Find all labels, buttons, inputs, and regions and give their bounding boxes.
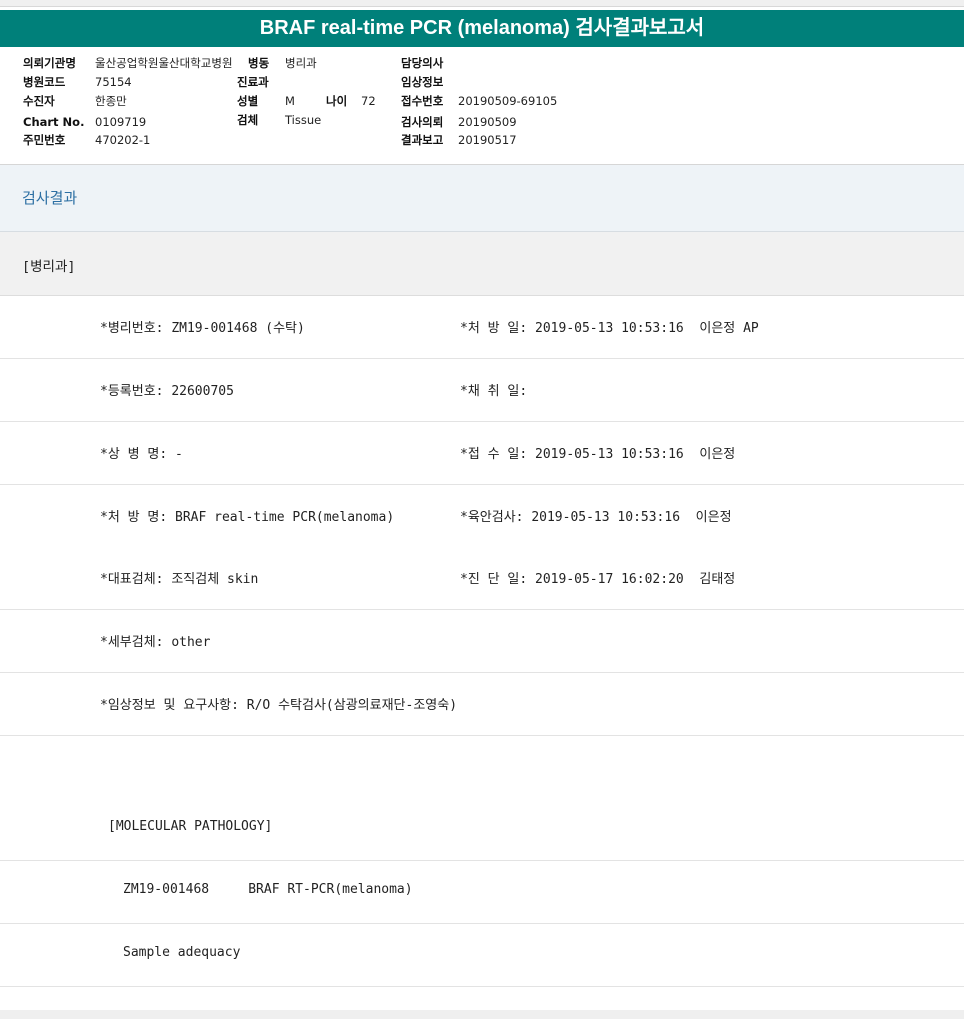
chart-no-label: Chart No.	[23, 115, 85, 129]
doctor-label: 담당의사	[401, 56, 444, 70]
patient-value: 한종만	[95, 94, 127, 108]
clinical-request: *임상정보 및 요구사항: R/O 수탁검사(삼광의료재단-조영숙)	[100, 698, 458, 713]
registration-number: *등록번호: 22600705	[100, 384, 234, 399]
bottom-strip	[0, 1010, 964, 1019]
result-row: *등록번호: 22600705 *채 취 일:	[0, 359, 964, 422]
result-row: *세부검체: other	[0, 610, 964, 673]
empty-row	[0, 736, 964, 799]
case-line: ZM19-001468 BRAF RT-PCR(melanoma)	[123, 882, 413, 897]
report-title: BRAF real-time PCR (melanoma) 검사결과보고서	[0, 10, 964, 47]
id-value: 470202-1	[95, 133, 151, 147]
sex-value: M	[285, 94, 295, 108]
institution-label: 의뢰기관명	[23, 56, 76, 70]
gross-exam: *육안검사: 2019-05-13 10:53:16 이은정	[460, 510, 732, 525]
sex-label: 성별	[237, 94, 259, 108]
institution-value: 울산공업학원울산대학교병원	[95, 56, 233, 70]
pathology-number: *병리번호: ZM19-001468 (수탁)	[100, 321, 305, 336]
diagnosis-date: *진 단 일: 2019-05-17 16:02:20 김태정	[460, 572, 736, 587]
patient-info-header: 의뢰기관명 울산공업학원울산대학교병원 병동 병리과 담당의사 병원코드 751…	[0, 53, 964, 163]
result-section-title: 검사결과	[22, 189, 78, 207]
hospital-code-label: 병원코드	[23, 75, 66, 89]
request-label: 검사의뢰	[401, 115, 444, 129]
collection-date: *채 취 일:	[460, 384, 528, 399]
department-label: 진료과	[237, 75, 269, 89]
hospital-code-value: 75154	[95, 75, 132, 89]
result-row: *상 병 명: - *접 수 일: 2019-05-13 10:53:16 이은…	[0, 422, 964, 485]
result-report-value: 20190517	[458, 133, 517, 147]
age-label: 나이	[326, 94, 348, 108]
id-label: 주민번호	[23, 133, 66, 147]
result-row: *처 방 명: BRAF real-time PCR(melanoma) *육안…	[0, 485, 964, 548]
ward-label: 병동	[248, 56, 270, 70]
department-name: [병리과]	[22, 259, 76, 275]
receipt-no-value: 20190509-69105	[458, 94, 558, 108]
prescription-name: *처 방 명: BRAF real-time PCR(melanoma)	[100, 510, 395, 525]
disease-name: *상 병 명: -	[100, 447, 183, 462]
result-report-label: 결과보고	[401, 133, 444, 147]
result-row: [MOLECULAR PATHOLOGY]	[0, 798, 964, 861]
result-row: *대표검체: 조직검체 skin *진 단 일: 2019-05-17 16:0…	[0, 547, 964, 610]
age-value: 72	[361, 94, 376, 108]
ward-value: 병리과	[285, 56, 317, 70]
result-row: ZM19-001468 BRAF RT-PCR(melanoma)	[0, 861, 964, 924]
result-section-header: 검사결과	[0, 165, 964, 232]
result-row: *병리번호: ZM19-001468 (수탁) *처 방 일: 2019-05-…	[0, 296, 964, 359]
specimen-value: Tissue	[285, 113, 322, 127]
result-row: *임상정보 및 요구사항: R/O 수탁검사(삼광의료재단-조영숙)	[0, 673, 964, 736]
request-value: 20190509	[458, 115, 517, 129]
clinical-info-label: 임상정보	[401, 75, 444, 89]
chart-no-value: 0109719	[95, 115, 147, 129]
specimen-label: 검체	[237, 113, 259, 127]
patient-label: 수진자	[23, 94, 55, 108]
molecular-pathology-header: [MOLECULAR PATHOLOGY]	[108, 819, 273, 834]
received-date: *접 수 일: 2019-05-13 10:53:16 이은정	[460, 447, 736, 462]
top-border	[0, 0, 964, 7]
main-specimen: *대표검체: 조직검체 skin	[100, 572, 259, 587]
result-row: Sample adequacy	[0, 924, 964, 987]
sample-adequacy: Sample adequacy	[123, 945, 241, 960]
sub-specimen: *세부검체: other	[100, 635, 211, 650]
department-banner: [병리과]	[0, 232, 964, 296]
receipt-no-label: 접수번호	[401, 94, 444, 108]
prescription-date: *처 방 일: 2019-05-13 10:53:16 이은정 AP	[460, 321, 759, 336]
